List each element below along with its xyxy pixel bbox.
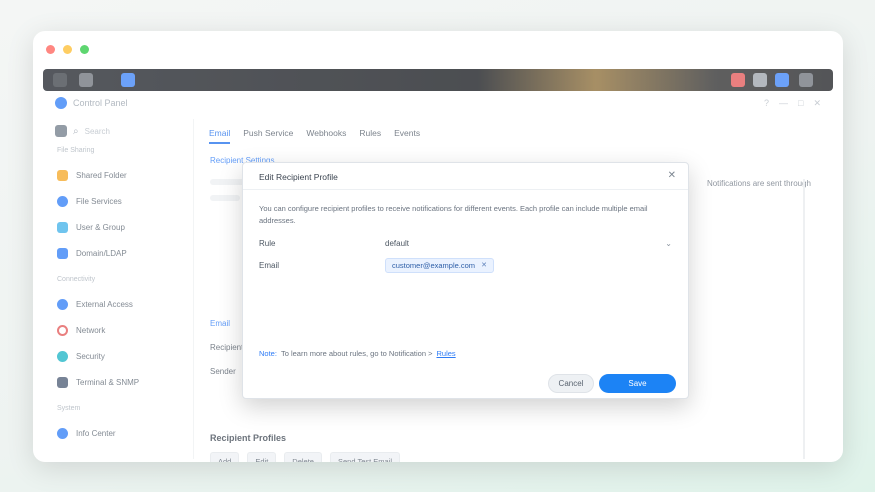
edit-recipient-profile-dialog: Edit Recipient Profile ✕ You can configu… <box>242 162 689 399</box>
close-icon[interactable]: ✕ <box>668 170 676 181</box>
chevron-down-icon[interactable]: ⌄ <box>665 239 672 248</box>
rule-field-row: Rule default ⌄ <box>259 233 672 253</box>
email-tag[interactable]: customer@example.com ✕ <box>385 257 494 273</box>
rule-label: Rule <box>259 238 276 248</box>
cancel-button[interactable]: Cancel <box>548 374 594 393</box>
dialog-note: Note: To learn more about rules, go to N… <box>259 349 456 358</box>
note-prefix: Note: <box>259 349 277 358</box>
remove-tag-icon[interactable]: ✕ <box>481 261 487 269</box>
note-text: To learn more about rules, go to Notific… <box>280 349 433 358</box>
dialog-title: Edit Recipient Profile <box>259 172 338 182</box>
rule-select[interactable]: default <box>385 239 665 248</box>
rules-link[interactable]: Rules <box>436 349 455 358</box>
email-field[interactable]: customer@example.com ✕ <box>385 257 672 273</box>
email-label: Email <box>259 260 280 270</box>
save-button[interactable]: Save <box>599 374 676 393</box>
email-tag-text: customer@example.com <box>392 260 476 270</box>
email-field-row: Email customer@example.com ✕ <box>259 255 672 275</box>
dialog-description: You can configure recipient profiles to … <box>259 204 648 225</box>
dialog-divider <box>243 189 688 190</box>
